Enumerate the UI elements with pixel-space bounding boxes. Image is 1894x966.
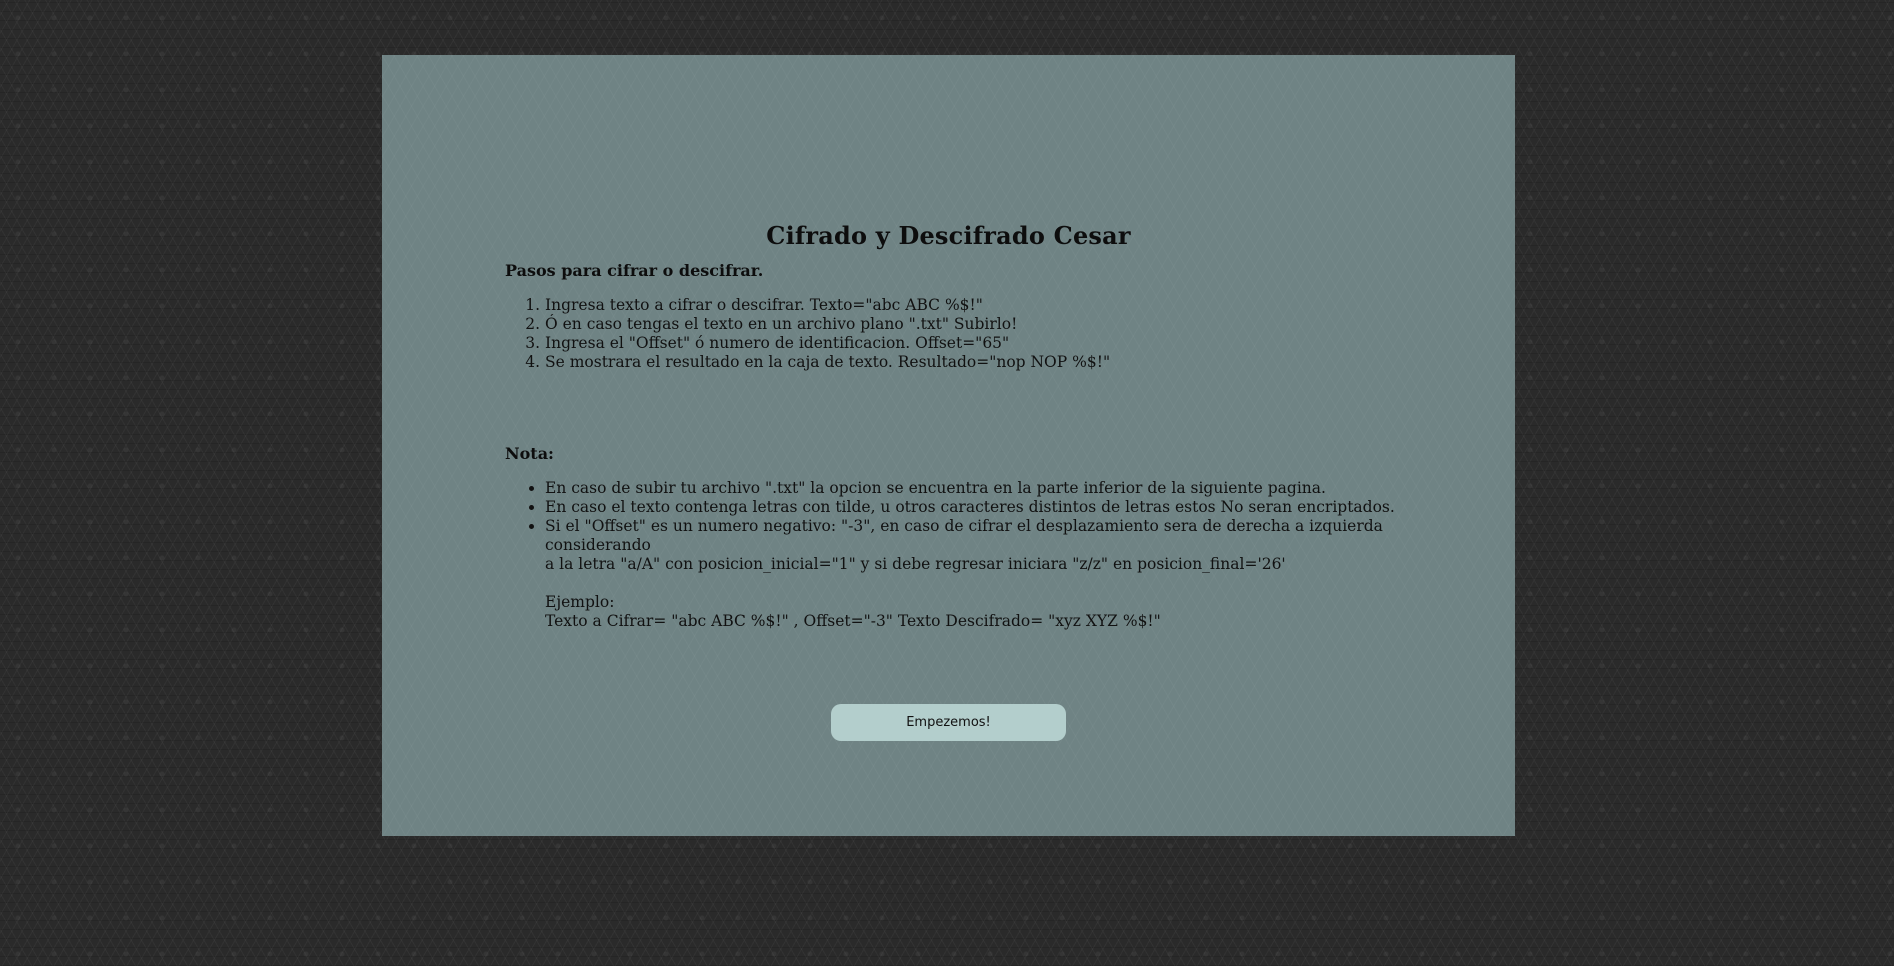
negative-offset-line-1: Si el "Offset" es un numero negativo: "-… bbox=[545, 517, 1383, 554]
note-item-upload: En caso de subir tu archivo ".txt" la op… bbox=[545, 479, 1445, 498]
main-panel: Cifrado y Descifrado Cesar Pasos para ci… bbox=[382, 55, 1515, 836]
step-item-1: Ingresa texto a cifrar o descifrar. Text… bbox=[545, 296, 1110, 315]
steps-list: Ingresa texto a cifrar o descifrar. Text… bbox=[505, 296, 1110, 372]
example-text: Texto a Cifrar= "abc ABC %$!" , Offset="… bbox=[545, 612, 1161, 630]
note-item-negative-offset: Si el "Offset" es un numero negativo: "-… bbox=[545, 517, 1445, 631]
negative-offset-line-2: a la letra "a/A" con posicion_inicial="1… bbox=[545, 555, 1286, 573]
step-item-4: Se mostrara el resultado en la caja de t… bbox=[545, 353, 1110, 372]
step-item-2: Ó en caso tengas el texto en un archivo … bbox=[545, 315, 1110, 334]
step-item-3: Ingresa el "Offset" ó numero de identifi… bbox=[545, 334, 1110, 353]
example-label: Ejemplo: bbox=[545, 593, 615, 611]
start-button[interactable]: Empezemos! bbox=[831, 704, 1066, 741]
steps-heading: Pasos para cifrar o descifrar. bbox=[505, 261, 764, 280]
note-item-accents: En caso el texto contenga letras con til… bbox=[545, 498, 1445, 517]
note-heading: Nota: bbox=[505, 444, 554, 463]
example-block: Ejemplo: Texto a Cifrar= "abc ABC %$!" ,… bbox=[545, 593, 1445, 631]
page-title: Cifrado y Descifrado Cesar bbox=[766, 221, 1131, 250]
notes-list: En caso de subir tu archivo ".txt" la op… bbox=[505, 479, 1445, 631]
